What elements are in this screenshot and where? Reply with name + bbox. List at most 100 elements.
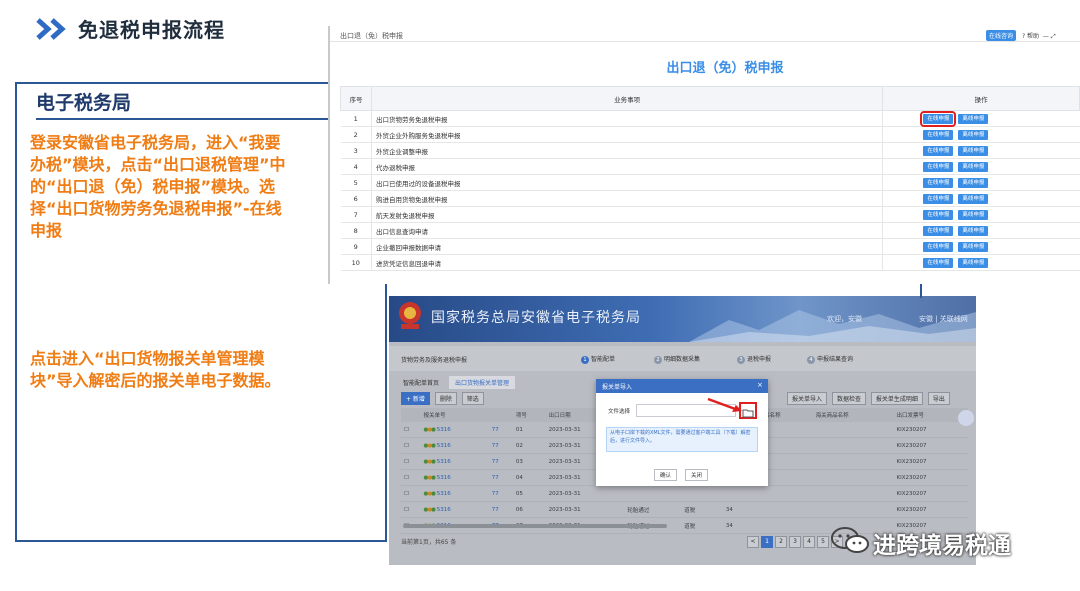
page-button[interactable]: 2 <box>775 536 787 548</box>
online-declare-button[interactable]: 在线申报 <box>920 110 957 127</box>
row-code[interactable]: ●●● 5316 <box>420 469 489 486</box>
table-row[interactable]: ☐ ●●● 5316 77 05 2023-03-31 KIX230207 <box>401 485 968 502</box>
page-title: 出口退（免）税申报 <box>666 61 784 76</box>
instruction-paragraph-1: 登录安徽省电子税务局，进入“我要办税”模块，点击“出口退税管理”中的“出口退（免… <box>30 133 286 240</box>
check-button[interactable]: 数据检查 <box>831 392 866 405</box>
online-declare-button[interactable]: 在线申报 <box>923 241 954 252</box>
table-row[interactable]: ☐ ●●● 5316 77 06 2023-03-31 轮胎通过 道税 34 KIX230207 <box>401 501 968 518</box>
add-button[interactable]: + 新增 <box>401 392 430 405</box>
site-brand: 国家税务总局安徽省电子税务局 <box>431 310 641 326</box>
page-button[interactable]: 4 <box>803 536 815 548</box>
import-button[interactable]: 报关单导入 <box>787 392 828 405</box>
page-button[interactable]: < <box>747 536 759 548</box>
page-button[interactable]: 1 <box>761 536 773 548</box>
col-no: 序号 <box>340 86 372 111</box>
tab-home[interactable]: 智能配单首页 <box>397 376 445 389</box>
offline-declare-button[interactable]: 离线申报 <box>958 209 989 220</box>
row-extra-b <box>681 485 715 502</box>
online-consult-button[interactable]: 在线咨询 <box>986 30 1017 41</box>
generate-detail-button[interactable]: 报关单生成明细 <box>870 392 923 405</box>
row-code[interactable]: ●●● 5316 <box>420 437 489 454</box>
online-declare-button[interactable]: 在线申报 <box>923 161 954 172</box>
row-ops: 在线申报 离线申报 <box>882 206 1080 223</box>
horizontal-scrollbar[interactable] <box>403 524 667 528</box>
offline-declare-button[interactable]: 离线申报 <box>958 161 989 172</box>
step-4[interactable]: 4 申报结果查询 <box>807 354 853 364</box>
row-no: 1 <box>340 110 372 127</box>
row-code[interactable]: ●●● 5316 <box>420 453 489 470</box>
online-declare-button[interactable]: 在线申报 <box>923 193 954 204</box>
col-header <box>401 408 421 422</box>
offline-declare-button[interactable]: 离线申报 <box>958 129 989 140</box>
slide-title: 免退税申报流程 <box>78 18 225 42</box>
row-code[interactable]: ●●● 5316 <box>420 501 489 518</box>
step-3[interactable]: 3 退税申报 <box>737 354 771 364</box>
table-row: 6 购进自用货物免退税申报 在线申报 离线申报 <box>340 190 1080 207</box>
tax-emblem-icon <box>399 302 421 329</box>
row-item: 04 <box>512 469 546 486</box>
export-button[interactable]: 导出 <box>927 392 950 405</box>
row-blank <box>714 517 723 534</box>
dialog-info-text: 从电子口岸下载的XML文件，需要通过客户端工具（下载）解密后，进行文件导入。 <box>606 427 758 452</box>
row-code[interactable]: ●●● 5316 <box>420 485 489 502</box>
row-code[interactable]: ●●● 5316 <box>420 422 489 438</box>
close-icon[interactable]: × <box>757 381 763 389</box>
online-declare-button[interactable]: 在线申报 <box>923 145 954 156</box>
offline-declare-button[interactable]: 离线申报 <box>958 225 989 236</box>
step-1[interactable]: 1 智能配单 <box>581 354 615 364</box>
online-declare-button[interactable]: 在线申报 <box>923 209 954 220</box>
page-button[interactable]: 5 <box>817 536 829 548</box>
row-invoice: KIX230207 <box>893 501 968 518</box>
row-blank <box>714 501 723 518</box>
step-2[interactable]: 2 明细数据采集 <box>654 354 700 364</box>
row-business: 代办退税申报 <box>370 158 884 175</box>
row-ops: 在线申报 离线申报 <box>882 254 1080 271</box>
row-checkbox[interactable]: ☐ <box>401 469 421 486</box>
row-business: 外贸企业调整申报 <box>370 142 884 159</box>
page-button[interactable]: 3 <box>789 536 801 548</box>
online-declare-button[interactable]: 在线申报 <box>923 257 954 268</box>
row-customs-goods <box>812 453 894 470</box>
offline-declare-button[interactable]: 离线申报 <box>958 145 989 156</box>
online-declare-button[interactable]: 在线申报 <box>923 225 954 236</box>
offline-declare-button[interactable]: 离线申报 <box>958 177 989 188</box>
offline-declare-button[interactable]: 离线申报 <box>958 257 989 268</box>
table-row: 7 航天发射免退税申报 在线申报 离线申报 <box>340 206 1080 223</box>
top-links[interactable]: 安徽 | 关联线网 <box>919 314 968 324</box>
help-link[interactable]: 帮助 <box>1027 33 1039 40</box>
toolbar-left: + 新增 删除 筛选 <box>401 392 487 405</box>
tab-declaration-mgmt[interactable]: 出口货物报关单管理 <box>448 376 515 389</box>
table-row: 10 进货凭证信息回退申请 在线申报 离线申报 <box>340 254 1080 271</box>
delete-button[interactable]: 删除 <box>434 392 457 405</box>
row-ops: 在线申报 离线申报 <box>882 222 1080 239</box>
row-extra-b: 道税 <box>681 501 715 518</box>
chevron-double-icon <box>36 18 66 40</box>
row-customs-goods <box>812 501 894 518</box>
row-checkbox[interactable]: ☐ <box>401 453 421 470</box>
online-declare-button[interactable]: 在线申报 <box>923 129 954 140</box>
online-declare-button[interactable]: 在线申报 <box>923 177 954 188</box>
row-checkbox[interactable]: ☐ <box>401 437 421 454</box>
minimize-icon[interactable]: — <box>1041 33 1051 40</box>
filter-button[interactable]: 筛选 <box>461 392 484 405</box>
offline-declare-button[interactable]: 离线申报 <box>958 241 989 252</box>
confirm-button[interactable]: 确认 <box>654 469 678 481</box>
help-icon[interactable]: ? <box>1022 33 1025 40</box>
row-t: 77 <box>488 422 513 438</box>
connector-line <box>920 284 922 298</box>
red-arrow-icon <box>707 397 742 412</box>
expand-icon[interactable]: ⤢ <box>1051 33 1056 40</box>
file-select-label: 文件选择 <box>608 409 631 415</box>
offline-declare-button[interactable]: 离线申报 <box>958 113 989 124</box>
row-checkbox[interactable]: ☐ <box>401 485 421 502</box>
row-customs-goods <box>812 485 894 502</box>
row-no: 7 <box>340 206 372 223</box>
side-float-icon[interactable] <box>958 410 974 426</box>
row-item: 05 <box>512 485 546 502</box>
close-button[interactable]: 关闭 <box>685 469 709 481</box>
row-checkbox[interactable]: ☐ <box>401 422 421 438</box>
col-header <box>488 408 513 422</box>
row-checkbox[interactable]: ☐ <box>401 501 421 518</box>
offline-declare-button[interactable]: 离线申报 <box>958 193 989 204</box>
row-no: 8 <box>340 222 372 239</box>
